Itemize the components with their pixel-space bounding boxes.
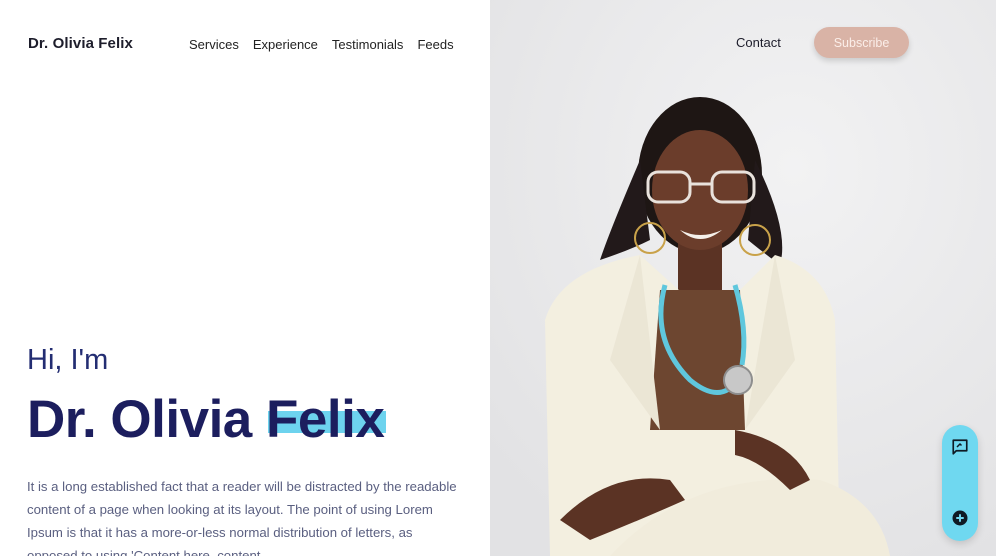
nav-feeds[interactable]: Feeds	[417, 37, 453, 52]
hero-greeting: Hi, I'm	[27, 344, 109, 376]
hero-name: Dr. Olivia Felix	[27, 389, 387, 450]
hero-name-first: Dr. Olivia	[27, 390, 252, 449]
nav-services[interactable]: Services	[189, 37, 239, 52]
nav-testimonials[interactable]: Testimonials	[332, 37, 404, 52]
hero-paragraph: It is a long established fact that a rea…	[27, 479, 457, 556]
right-panel: Contact Subscribe	[490, 0, 996, 556]
hero-name-highlight: Felix	[266, 389, 387, 450]
floating-action-bar	[942, 425, 978, 541]
contact-link[interactable]: Contact	[736, 35, 781, 50]
left-panel: Dr. Olivia Felix Services Experience Tes…	[0, 0, 490, 556]
nav-experience[interactable]: Experience	[253, 37, 318, 52]
brand-logo[interactable]: Dr. Olivia Felix	[28, 35, 133, 52]
hero-name-last: Felix	[266, 390, 385, 449]
main-nav: Services Experience Testimonials Feeds	[189, 37, 454, 52]
add-circle-icon[interactable]	[951, 509, 969, 527]
doctor-portrait	[490, 0, 996, 556]
feedback-icon[interactable]	[951, 438, 969, 456]
subscribe-button[interactable]: Subscribe	[814, 27, 909, 58]
